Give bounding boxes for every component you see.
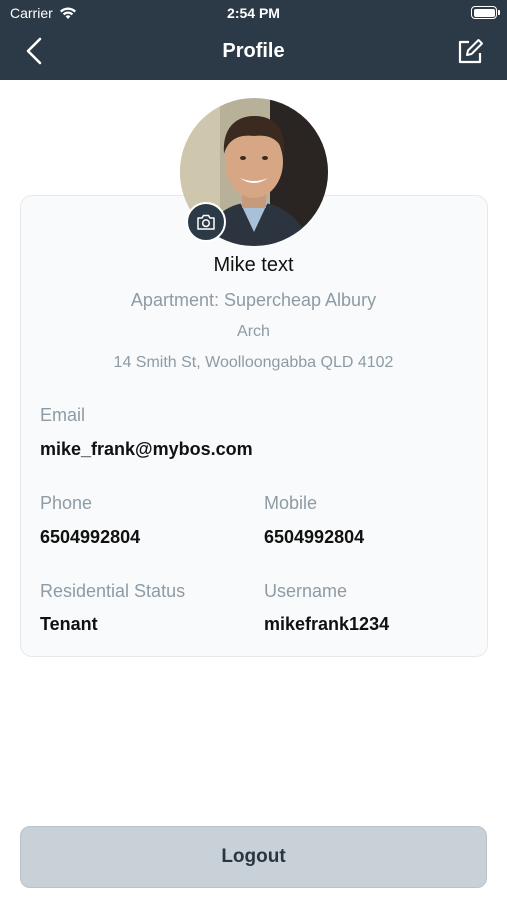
navigation-header: Carrier 2:54 PM Profile <box>0 0 507 80</box>
camera-icon <box>197 214 215 230</box>
profile-name: Mike text <box>213 254 294 276</box>
email-label: Email <box>40 405 86 425</box>
residential-status-value: Tenant <box>40 614 98 634</box>
username-value: mikefrank1234 <box>264 614 390 634</box>
email-value: mike_frank@mybos.com <box>40 439 253 459</box>
edit-profile-button[interactable] <box>455 37 485 67</box>
profile-address: 14 Smith St, Woolloongabba QLD 4102 <box>113 354 394 371</box>
mobile-label: Mobile <box>264 493 318 513</box>
change-photo-button[interactable] <box>186 202 226 242</box>
status-bar: Carrier 2:54 PM <box>0 0 507 28</box>
page-title: Profile <box>222 40 285 62</box>
profile-apartment: Apartment: Supercheap Albury <box>130 290 377 310</box>
phone-value: 6504992804 <box>40 527 141 547</box>
edit-icon <box>458 39 483 64</box>
logout-button[interactable]: Logout <box>20 826 487 888</box>
battery-fill <box>473 8 495 17</box>
username-label: Username <box>264 581 348 601</box>
phone-label: Phone <box>40 493 93 513</box>
battery-icon <box>471 6 500 19</box>
profile-building: Arch <box>237 323 270 340</box>
mobile-value: 6504992804 <box>264 527 365 547</box>
status-time: 2:54 PM <box>227 5 280 21</box>
residential-status-label: Residential Status <box>40 581 186 601</box>
